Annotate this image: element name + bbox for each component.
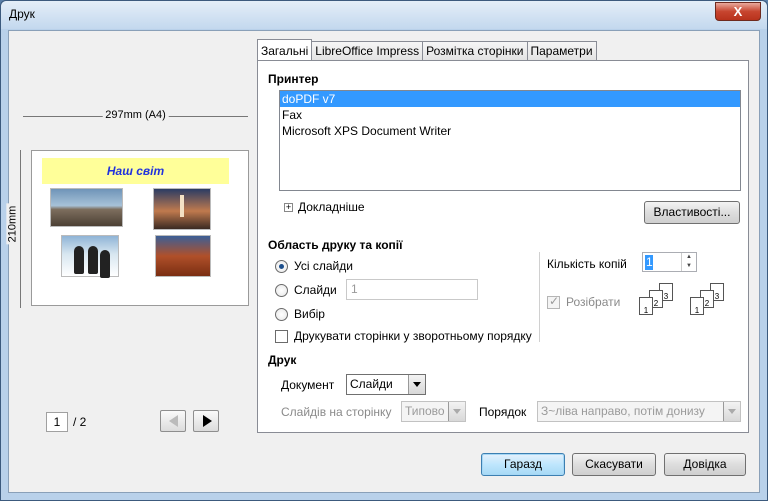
document-value: Слайди: [350, 377, 393, 391]
radio-selection[interactable]: Вибір: [275, 307, 325, 321]
preview-image-horses: [50, 188, 123, 227]
radio-button[interactable]: [275, 283, 288, 297]
spinner-arrows[interactable]: ▲ ▼: [681, 253, 696, 271]
order-select[interactable]: З~ліва направо, потім донизу: [537, 401, 741, 422]
collate-checkbox[interactable]: Розібрати: [547, 294, 621, 309]
order-value: З~ліва направо, потім донизу: [541, 404, 705, 418]
chevron-down-icon[interactable]: [408, 375, 425, 394]
copies-value[interactable]: 1: [645, 255, 653, 270]
title-bar: Друк X: [1, 1, 767, 29]
slides-label: Слайди: [294, 283, 337, 297]
reverse-order-checkbox[interactable]: Друкувати сторінки у зворотньому порядку: [275, 329, 532, 343]
printer-heading: Принтер: [268, 72, 319, 86]
copies-spinner[interactable]: 1 ▲ ▼: [642, 252, 697, 272]
separator: [539, 252, 540, 342]
printer-item-xps[interactable]: Microsoft XPS Document Writer: [280, 123, 740, 139]
paper-width-label: 297mm (A4): [102, 109, 169, 121]
all-slides-label: Усі слайди: [294, 259, 353, 273]
expand-plus-icon: +: [284, 202, 293, 213]
radio-slides[interactable]: Слайди: [275, 283, 337, 297]
tab-page-layout[interactable]: Розмітка сторінки: [422, 41, 528, 60]
page-total: / 2: [73, 415, 87, 429]
slides-per-page-label: Слайдів на сторінку: [281, 405, 392, 419]
arrow-left-icon: [169, 415, 178, 427]
print-preview: Наш світ: [31, 150, 249, 306]
details-expander[interactable]: + Докладніше: [284, 200, 365, 214]
ok-button[interactable]: Гаразд: [481, 453, 565, 476]
slides-per-page-select[interactable]: Типово: [401, 401, 466, 422]
chevron-down-icon[interactable]: [448, 402, 465, 421]
collate-label: Розібрати: [566, 295, 621, 309]
preview-image-penguins: [61, 235, 119, 277]
radio-button[interactable]: [275, 307, 288, 321]
radio-all-slides[interactable]: Усі слайди: [275, 259, 353, 273]
document-label: Документ: [281, 378, 335, 392]
chevron-down-icon[interactable]: [723, 402, 740, 421]
copies-label: Кількість копій: [547, 257, 627, 271]
spin-up-icon[interactable]: ▲: [682, 253, 696, 262]
next-page-button[interactable]: [193, 410, 219, 432]
checkbox[interactable]: [275, 329, 288, 343]
help-button[interactable]: Довідка: [664, 453, 746, 476]
order-label: Порядок: [479, 405, 527, 419]
range-heading: Область друку та копії: [268, 238, 403, 252]
paper-height-dimension: 210mm: [6, 150, 26, 308]
radio-button-checked[interactable]: [275, 259, 288, 273]
paper-height-label: 210mm: [6, 203, 19, 245]
reverse-order-label: Друкувати сторінки у зворотньому порядку: [294, 329, 532, 343]
slide-title: Наш світ: [42, 158, 229, 184]
properties-button[interactable]: Властивості...: [644, 201, 740, 224]
cancel-button[interactable]: Скасувати: [572, 453, 656, 476]
checkbox[interactable]: [547, 294, 560, 309]
tab-options[interactable]: Параметри: [526, 41, 597, 60]
preview-image-lighthouse: [153, 188, 211, 230]
window-title: Друк: [9, 7, 35, 21]
details-label: Докладніше: [298, 200, 365, 214]
print-heading: Друк: [268, 353, 297, 367]
arrow-right-icon: [203, 415, 212, 427]
tab-impress[interactable]: LibreOffice Impress: [311, 41, 424, 60]
printer-list[interactable]: doPDF v7 Fax Microsoft XPS Document Writ…: [279, 90, 741, 191]
preview-image-desert: [155, 235, 211, 277]
tab-bar: Загальні LibreOffice Impress Розмітка ст…: [257, 39, 597, 60]
paper-width-dimension: 297mm (A4): [23, 109, 248, 122]
printer-item-dopdf[interactable]: doPDF v7: [280, 91, 740, 107]
selection-label: Вибір: [294, 307, 325, 321]
document-select[interactable]: Слайди: [346, 374, 426, 395]
slides-range-input[interactable]: 1: [346, 279, 478, 300]
printer-item-fax[interactable]: Fax: [280, 107, 740, 123]
collate-pages-icon-2: 3 2 1: [690, 283, 730, 317]
spin-down-icon[interactable]: ▼: [682, 262, 696, 271]
close-button[interactable]: X: [715, 2, 761, 21]
previous-page-button[interactable]: [160, 410, 186, 432]
collate-pages-icon: 3 2 1: [639, 283, 679, 317]
page-number-input[interactable]: 1: [46, 412, 68, 432]
slides-per-page-value: Типово: [405, 404, 445, 418]
tab-general[interactable]: Загальні: [257, 39, 313, 60]
